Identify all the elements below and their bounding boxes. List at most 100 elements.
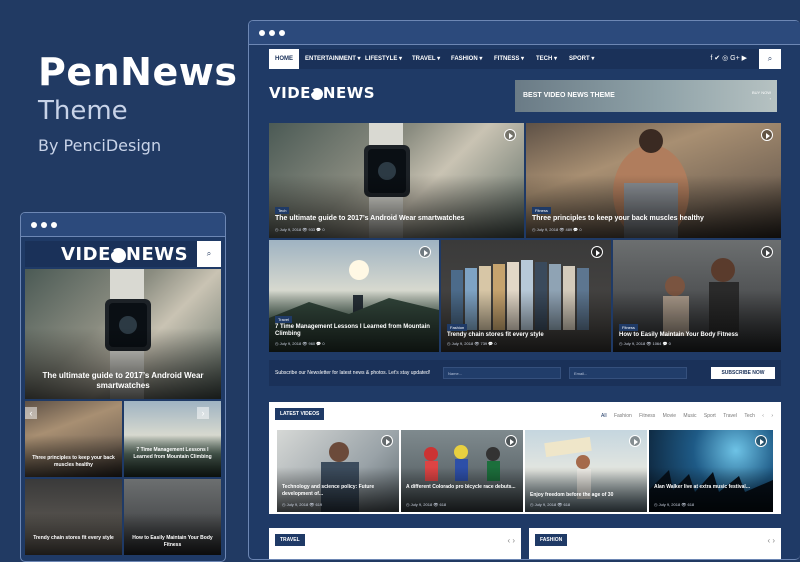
grid-card[interactable]: ‹ Three principles to keep your back mus… xyxy=(25,401,122,477)
chevron-right-icon: › xyxy=(769,96,771,101)
mobile-browser-window: VIDE NEWS ⌕ The ultimate guide to 2017’s … xyxy=(20,212,226,562)
card-meta: ◷ July 9, 2018 👁 960 💬 0 xyxy=(275,341,325,346)
nav-home[interactable]: HOME xyxy=(269,49,299,69)
card-title[interactable]: 7 Time Management Lessons I Learned from… xyxy=(128,447,217,461)
category-tag[interactable]: Fitness xyxy=(532,207,551,214)
section-arrows-icon[interactable]: ‹ › xyxy=(767,536,775,545)
banner-buy-button[interactable]: BUY NOW › xyxy=(752,90,771,102)
grid-card[interactable]: Fashion Trendy chain stores fit every st… xyxy=(441,240,611,352)
tab-travel[interactable]: Travel xyxy=(723,413,737,419)
prev-arrow-icon[interactable]: ‹ xyxy=(25,407,37,419)
card-title[interactable]: Trendy chain stores fit every style xyxy=(447,332,544,338)
video-card[interactable]: Enjoy freedom before the age of 30 ◷ Jul… xyxy=(525,430,647,512)
travel-section: TRAVEL ‹ › xyxy=(269,528,521,559)
card-title[interactable]: Enjoy freedom before the age of 30 xyxy=(530,492,642,499)
window-titlebar xyxy=(21,213,225,237)
window-dot-icon xyxy=(259,30,265,36)
latest-videos-tabs: All Fashion Fitness Movie Music Sport Tr… xyxy=(595,413,773,419)
window-dot-icon xyxy=(31,222,37,228)
play-icon[interactable] xyxy=(504,129,516,141)
card-meta: ◷ July 9, 2018 👁 739 💬 0 xyxy=(447,341,497,346)
site-logo[interactable]: VIDE NEWS xyxy=(269,84,375,102)
play-icon[interactable] xyxy=(629,435,641,447)
card-title[interactable]: How to Easily Maintain Your Body Fitness xyxy=(619,332,738,338)
card-meta: ◷ July 9, 2018 👁 933 💬 0 xyxy=(275,227,325,232)
category-tag[interactable]: Fashion xyxy=(447,324,468,331)
tab-movie[interactable]: Movie xyxy=(663,413,676,419)
card-title[interactable]: How to Easily Maintain Your Body Fitness xyxy=(128,535,217,549)
subscribe-button[interactable]: SUBSCRIBE NOW xyxy=(711,367,775,379)
category-tag[interactable]: Tech xyxy=(275,207,290,214)
logo-text-part2: NEWS xyxy=(322,84,376,102)
tab-sport[interactable]: Sport xyxy=(704,413,716,419)
banner-title: BEST VIDEO NEWS THEME xyxy=(523,92,615,99)
card-title[interactable]: 7 Time Management Lessons I Learned from… xyxy=(275,324,433,338)
play-icon[interactable] xyxy=(755,435,767,447)
logo-text-part2: NEWS xyxy=(125,244,189,265)
nav-sport[interactable]: SPORT ▾ xyxy=(569,49,594,69)
nav-fitness[interactable]: FITNESS ▾ xyxy=(494,49,524,69)
play-icon[interactable] xyxy=(505,435,517,447)
video-card[interactable]: Alan Walker live at extra music festival… xyxy=(649,430,773,512)
card-title[interactable]: The ultimate guide to 2017’s Android Wea… xyxy=(275,215,465,222)
tab-tech[interactable]: Tech xyxy=(744,413,755,419)
nav-entertainment[interactable]: ENTERTAINMENT ▾ xyxy=(305,49,361,69)
logo-text-part1: VIDE xyxy=(61,244,111,265)
grid-card[interactable]: Travel 7 Time Management Lessons I Learn… xyxy=(269,240,439,352)
card-title[interactable]: Three principles to keep your back muscl… xyxy=(29,455,118,469)
card-title[interactable]: Technology and science policy: Future de… xyxy=(282,484,394,498)
name-input[interactable]: Name... xyxy=(443,367,561,379)
grid-card[interactable]: Trendy chain stores fit every style xyxy=(25,479,122,555)
play-icon[interactable] xyxy=(761,246,773,258)
video-card[interactable]: A different Colorado pro bicycle race de… xyxy=(401,430,523,512)
play-icon xyxy=(110,247,126,263)
section-arrows-icon[interactable]: ‹ › xyxy=(507,536,515,545)
window-dot-icon xyxy=(51,222,57,228)
play-icon[interactable] xyxy=(381,435,393,447)
tab-music[interactable]: Music xyxy=(683,413,696,419)
newsletter-bar: Subscribe our Newsletter for latest news… xyxy=(269,360,781,386)
tab-fitness[interactable]: Fitness xyxy=(639,413,655,419)
play-icon[interactable] xyxy=(591,246,603,258)
grid-card[interactable]: › 7 Time Management Lessons I Learned fr… xyxy=(124,401,221,477)
card-meta: ◷ July 9, 2018 👁 618 xyxy=(654,502,695,507)
hero-card[interactable]: The ultimate guide to 2017’s Android Wea… xyxy=(25,269,221,399)
video-card[interactable]: Technology and science policy: Future de… xyxy=(277,430,399,512)
category-tag[interactable]: Travel xyxy=(275,316,292,323)
nav-fashion[interactable]: FASHION ▾ xyxy=(451,49,482,69)
window-dot-icon xyxy=(279,30,285,36)
hero-card[interactable]: Fitness Three principles to keep your ba… xyxy=(526,123,781,238)
latest-videos-header: LATEST VIDEOS xyxy=(275,408,325,420)
window-titlebar xyxy=(249,21,800,45)
promo-byline: By PenciDesign xyxy=(38,136,162,155)
nav-tech[interactable]: TECH ▾ xyxy=(536,49,557,69)
card-meta: ◷ July 9, 2018 👁 489 💬 0 xyxy=(532,227,582,232)
category-tag[interactable]: Fitness xyxy=(619,324,638,331)
card-title[interactable]: Trendy chain stores fit every style xyxy=(29,535,118,542)
card-title[interactable]: Three principles to keep your back muscl… xyxy=(532,215,704,222)
next-arrow-icon[interactable]: › xyxy=(771,413,773,419)
card-meta: ◷ July 9, 2018 👁 618 xyxy=(530,502,571,507)
nav-lifestyle[interactable]: LIFESTYLE ▾ xyxy=(365,49,402,69)
grid-card[interactable]: Fitness How to Easily Maintain Your Body… xyxy=(613,240,781,352)
hero-card[interactable]: Tech The ultimate guide to 2017’s Androi… xyxy=(269,123,524,238)
play-icon[interactable] xyxy=(419,246,431,258)
tab-fashion[interactable]: Fashion xyxy=(614,413,632,419)
tab-all[interactable]: All xyxy=(601,413,607,419)
email-input[interactable]: Email... xyxy=(569,367,687,379)
site-logo[interactable]: VIDE NEWS xyxy=(61,244,188,265)
card-title[interactable]: Alan Walker live at extra music festival… xyxy=(654,484,768,491)
ad-banner[interactable]: BEST VIDEO NEWS THEME BUY NOW › xyxy=(515,80,777,112)
latest-videos-panel: LATEST VIDEOS All Fashion Fitness Movie … xyxy=(269,402,781,514)
prev-arrow-icon[interactable]: ‹ xyxy=(762,413,764,419)
search-icon[interactable]: ⌕ xyxy=(759,49,781,69)
next-arrow-icon[interactable]: › xyxy=(197,407,209,419)
banner-buy-label: BUY NOW xyxy=(751,90,771,95)
play-icon[interactable] xyxy=(761,129,773,141)
card-title[interactable]: A different Colorado pro bicycle race de… xyxy=(406,484,518,491)
grid-card[interactable]: How to Easily Maintain Your Body Fitness xyxy=(124,479,221,555)
nav-travel[interactable]: TRAVEL ▾ xyxy=(412,49,440,69)
card-title[interactable]: The ultimate guide to 2017’s Android Wea… xyxy=(35,371,211,391)
social-icons[interactable]: f ✔ ◎ G+ ▶ xyxy=(710,49,747,69)
search-icon[interactable]: ⌕ xyxy=(197,241,221,267)
